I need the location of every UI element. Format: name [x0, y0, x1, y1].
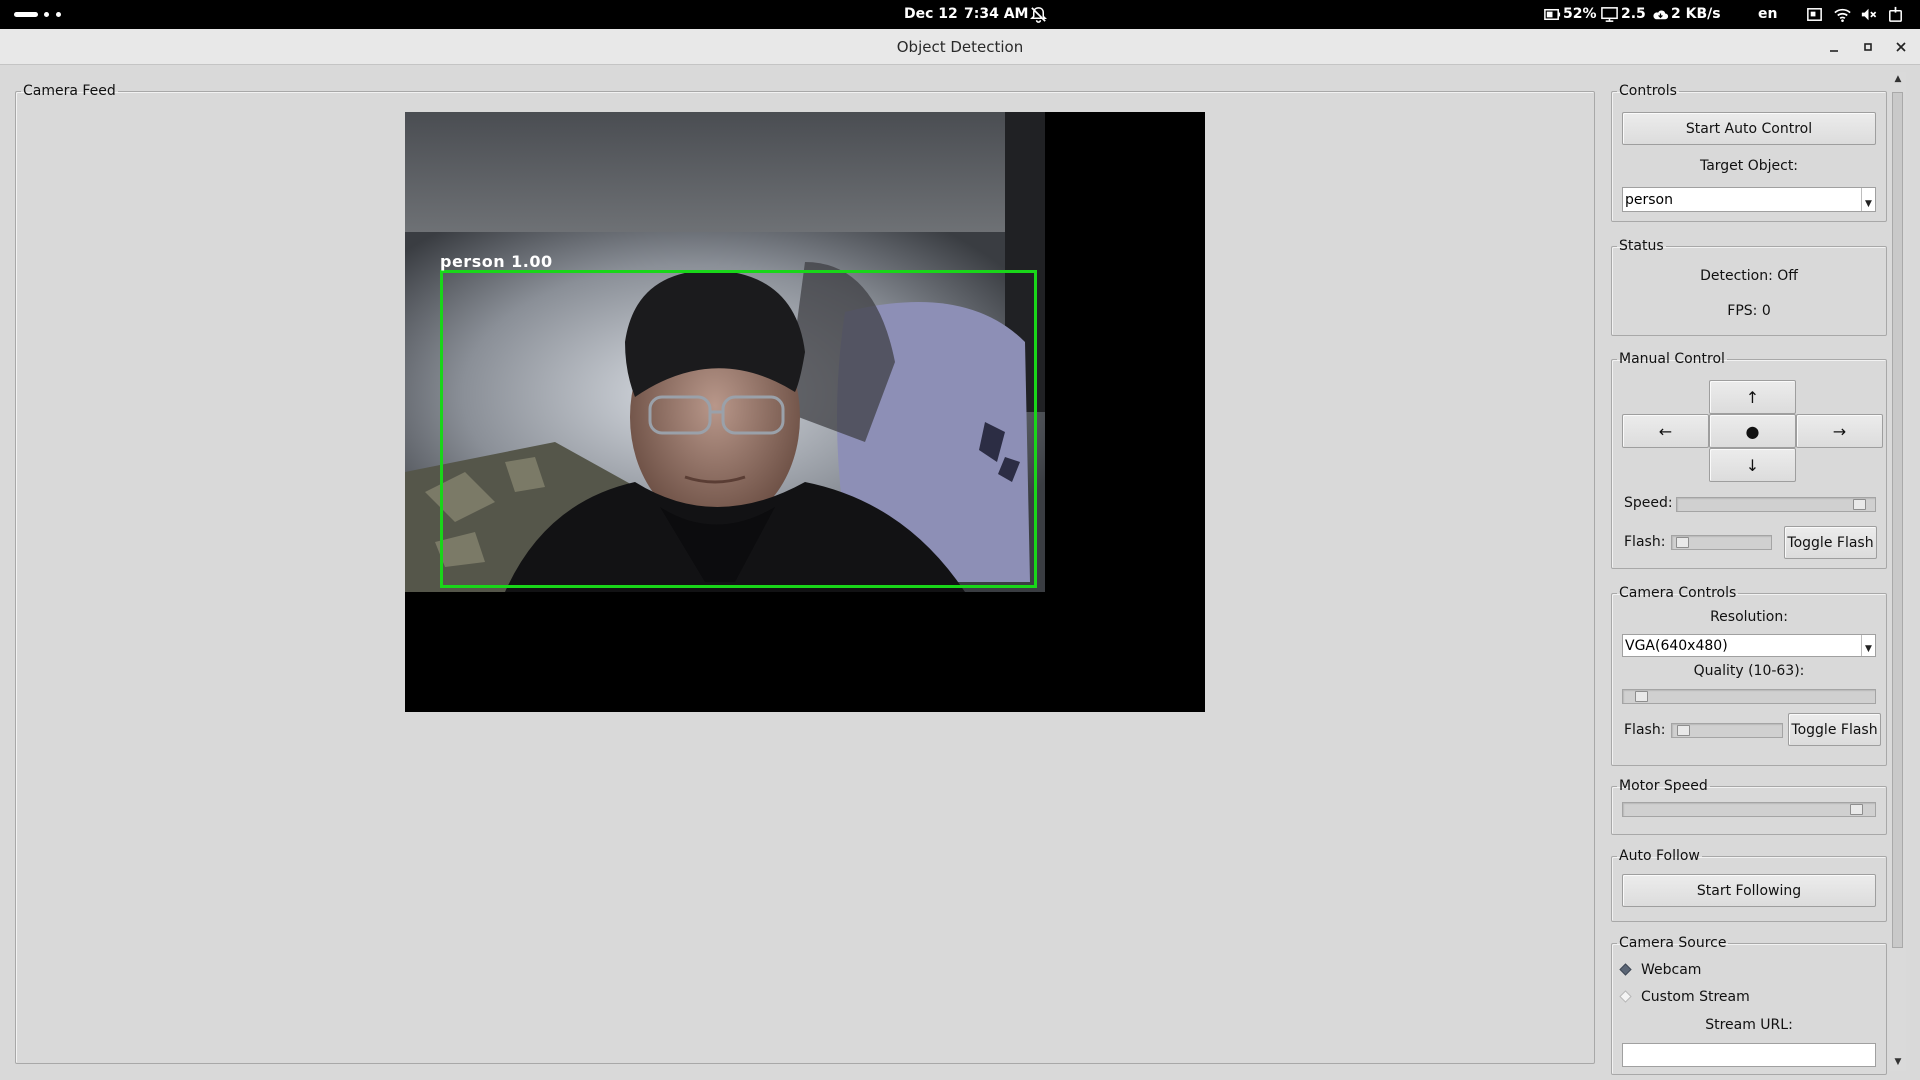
right-panel-scrollbar[interactable]: ▲ ▼	[1890, 72, 1906, 1071]
window-title: Object Detection	[896, 38, 1024, 56]
fps-readout: FPS: 0	[1727, 303, 1771, 319]
target-object-value: person	[1625, 191, 1673, 208]
system-top-bar: Dec 12 7:34 AM 52% 2.5 2 KB/s en	[0, 0, 1920, 29]
window-title-bar[interactable]: Object Detection	[0, 29, 1920, 65]
auto-follow-title: Auto Follow	[1619, 848, 1700, 864]
motor-speed-slider-handle[interactable]	[1850, 804, 1864, 815]
scroll-down-arrow-icon[interactable]: ▼	[1890, 1057, 1906, 1071]
detection-status: Detection: Off	[1700, 268, 1798, 284]
minimize-icon	[1830, 50, 1838, 52]
wifi-icon[interactable]	[1833, 5, 1852, 24]
clock-time[interactable]: 7:34 AM	[964, 6, 1028, 22]
flash-slider-handle[interactable]	[1676, 537, 1690, 548]
motor-speed-slider[interactable]	[1622, 802, 1876, 817]
quality-slider[interactable]	[1622, 689, 1876, 704]
resolution-label: Resolution:	[1710, 609, 1788, 625]
auto-follow-group: Auto Follow Start Following	[1611, 848, 1887, 922]
camera-feed-title: Camera Feed	[23, 83, 116, 99]
speed-slider[interactable]	[1676, 497, 1876, 512]
camera-source-title: Camera Source	[1619, 935, 1727, 951]
webcam-radio[interactable]	[1619, 963, 1632, 976]
detection-label: person 1.00	[440, 252, 553, 271]
close-icon	[1896, 42, 1906, 52]
power-icon[interactable]	[1886, 5, 1905, 24]
screenshot-icon[interactable]	[1805, 5, 1824, 24]
toggle-flash-button[interactable]: Toggle Flash	[1784, 526, 1877, 559]
resolution-select[interactable]: VGA(640x480) ▼	[1622, 634, 1876, 657]
manual-control-group: Manual Control ↑ ← ● → ↓ Speed: Flash: T…	[1611, 351, 1887, 569]
notifications-muted-icon[interactable]	[1029, 5, 1048, 24]
battery-icon[interactable]	[1543, 5, 1562, 24]
clock-date[interactable]: Dec 12	[904, 6, 958, 22]
camera-controls-title: Camera Controls	[1619, 585, 1737, 601]
camera-feed-display: person 1.00	[405, 112, 1205, 712]
resolution-value: VGA(640x480)	[1625, 637, 1728, 654]
maximize-button[interactable]	[1858, 37, 1878, 57]
move-up-button[interactable]: ↑	[1709, 380, 1796, 414]
start-following-button[interactable]: Start Following	[1622, 874, 1876, 907]
move-down-button[interactable]: ↓	[1709, 448, 1796, 482]
speaker-muted-icon[interactable]	[1859, 5, 1878, 24]
camera-flash-label: Flash:	[1624, 722, 1666, 738]
flash-slider[interactable]	[1671, 535, 1772, 550]
stop-button[interactable]: ●	[1709, 414, 1796, 448]
scrollbar-thumb[interactable]	[1892, 92, 1903, 948]
detection-bounding-box	[440, 270, 1037, 588]
battery-percentage: 52%	[1563, 6, 1597, 22]
custom-stream-label[interactable]: Custom Stream	[1641, 989, 1750, 1005]
move-right-button[interactable]: →	[1796, 414, 1883, 448]
scroll-up-arrow-icon[interactable]: ▲	[1890, 74, 1906, 88]
manual-control-title: Manual Control	[1619, 351, 1725, 367]
activities-dot[interactable]	[56, 12, 61, 17]
cloud-icon[interactable]	[1651, 5, 1670, 24]
motor-speed-group: Motor Speed	[1611, 778, 1887, 835]
status-title: Status	[1619, 238, 1664, 254]
camera-controls-group: Camera Controls Resolution: VGA(640x480)…	[1611, 585, 1887, 766]
camera-source-group: Camera Source Webcam Custom Stream Strea…	[1611, 935, 1887, 1075]
stream-url-input[interactable]	[1622, 1043, 1876, 1067]
monitor-icon[interactable]	[1600, 5, 1619, 24]
camera-toggle-flash-button[interactable]: Toggle Flash	[1788, 713, 1881, 746]
activities-dot[interactable]	[44, 12, 49, 17]
camera-flash-slider-handle[interactable]	[1676, 725, 1690, 736]
target-object-select[interactable]: person ▼	[1622, 187, 1876, 212]
keyboard-language[interactable]: en	[1758, 6, 1777, 22]
chevron-down-icon[interactable]: ▼	[1861, 635, 1875, 656]
flash-label: Flash:	[1624, 534, 1666, 550]
maximize-icon	[1864, 43, 1872, 51]
camera-flash-slider[interactable]	[1671, 723, 1783, 738]
controls-group: Controls Start Auto Control Target Objec…	[1611, 83, 1887, 222]
activities-dot-active[interactable]	[14, 12, 38, 17]
start-auto-control-button[interactable]: Start Auto Control	[1622, 112, 1876, 145]
custom-stream-radio[interactable]	[1619, 990, 1632, 1003]
quality-slider-handle[interactable]	[1634, 691, 1648, 702]
status-group: Status Detection: Off FPS: 0	[1611, 238, 1887, 336]
motor-speed-title: Motor Speed	[1619, 778, 1708, 794]
cpu-load: 2.5	[1621, 6, 1646, 22]
close-button[interactable]	[1891, 37, 1911, 57]
controls-title: Controls	[1619, 83, 1677, 99]
stream-url-label: Stream URL:	[1705, 1017, 1793, 1033]
speed-label: Speed:	[1624, 495, 1673, 511]
minimize-button[interactable]	[1824, 37, 1844, 57]
quality-label: Quality (10-63):	[1693, 663, 1805, 679]
speed-slider-handle[interactable]	[1852, 499, 1866, 510]
webcam-label[interactable]: Webcam	[1641, 962, 1701, 978]
network-speed: 2 KB/s	[1671, 6, 1721, 22]
move-left-button[interactable]: ←	[1622, 414, 1709, 448]
chevron-down-icon[interactable]: ▼	[1861, 188, 1875, 211]
target-object-label: Target Object:	[1699, 158, 1799, 174]
